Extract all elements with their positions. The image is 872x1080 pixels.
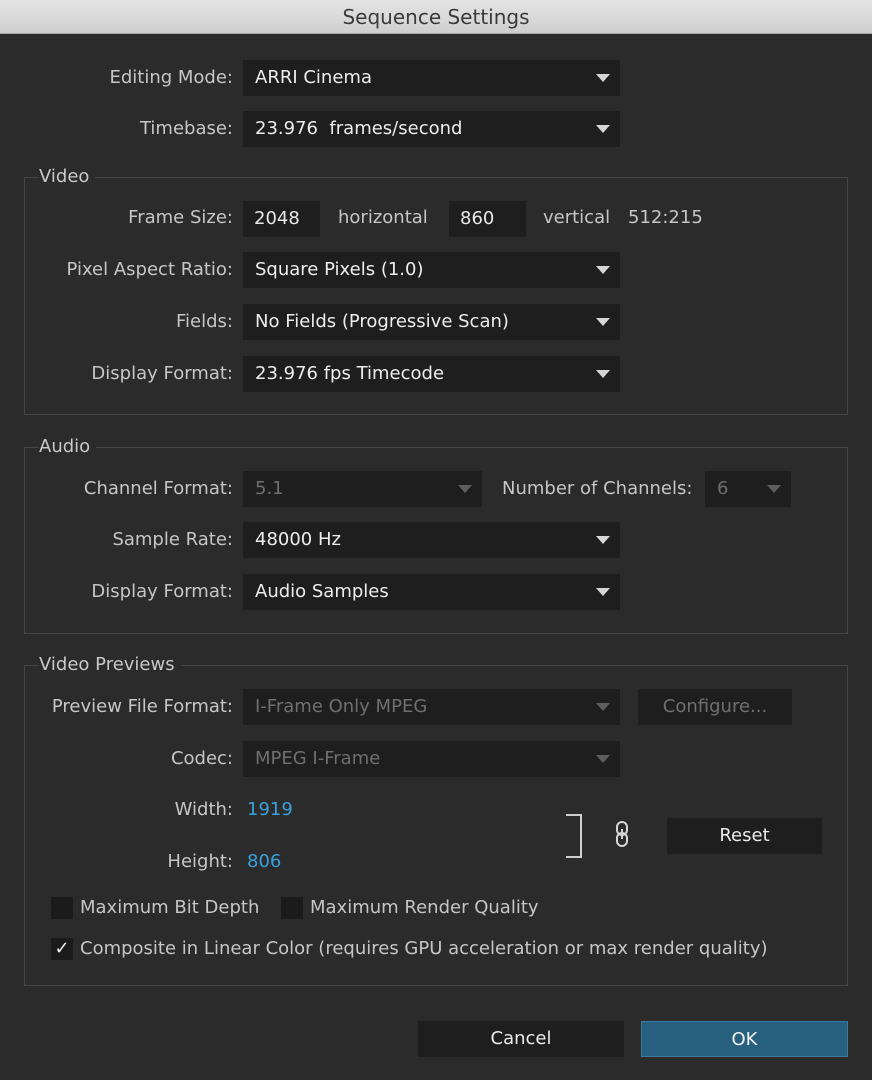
frame-height-input[interactable]: 860 — [449, 201, 526, 237]
editing-mode-dropdown[interactable]: ARRI Cinema — [243, 60, 620, 96]
checkmark-icon: ✓ — [54, 938, 70, 959]
max-render-quality-checkbox[interactable] — [281, 897, 303, 919]
chevron-down-icon — [596, 125, 610, 133]
fields-value: No Fields (Progressive Scan) — [255, 311, 509, 332]
sample-rate-value: 48000 Hz — [255, 529, 341, 550]
sample-rate-dropdown[interactable]: 48000 Hz — [243, 522, 620, 558]
video-display-format-value: 23.976 fps Timecode — [255, 363, 445, 384]
codec-label: Codec: — [170, 748, 233, 769]
audio-section-title: Audio — [39, 435, 97, 459]
max-bit-depth-checkbox[interactable] — [51, 897, 73, 919]
video-section-title: Video — [39, 165, 96, 189]
chevron-down-icon — [596, 370, 610, 378]
preview-height-label: Height: — [167, 851, 233, 872]
max-bit-depth-label: Maximum Bit Depth — [80, 897, 260, 918]
pixel-aspect-value: Square Pixels (1.0) — [255, 259, 424, 280]
preview-file-format-value: I-Frame Only MPEG — [255, 696, 428, 717]
chain-link-icon[interactable] — [611, 820, 633, 848]
composite-linear-checkbox[interactable]: ✓ — [51, 938, 73, 960]
fields-dropdown[interactable]: No Fields (Progressive Scan) — [243, 304, 620, 340]
fields-label: Fields: — [176, 311, 233, 332]
chevron-down-icon — [767, 485, 781, 493]
reset-button[interactable]: Reset — [667, 818, 822, 854]
link-bracket — [566, 814, 582, 858]
chevron-down-icon — [596, 74, 610, 82]
cancel-button[interactable]: Cancel — [418, 1021, 624, 1057]
sample-rate-label: Sample Rate: — [112, 529, 233, 550]
number-of-channels-label: Number of Channels: — [502, 478, 693, 499]
number-of-channels-value: 6 — [717, 478, 729, 499]
number-of-channels-dropdown[interactable]: 6 — [705, 471, 791, 507]
frame-aspect-value: 512:215 — [628, 207, 703, 228]
editing-mode-value: ARRI Cinema — [255, 67, 372, 88]
chevron-down-icon — [596, 703, 610, 711]
preview-file-format-label: Preview File Format: — [51, 696, 233, 717]
composite-linear-label: Composite in Linear Color (requires GPU … — [80, 938, 768, 959]
timebase-dropdown[interactable]: 23.976 frames/second — [243, 111, 620, 147]
preview-file-format-dropdown[interactable]: I-Frame Only MPEG — [243, 689, 620, 725]
codec-value: MPEG I-Frame — [255, 748, 381, 769]
timebase-value: 23.976 frames/second — [255, 118, 463, 139]
ok-button[interactable]: OK — [641, 1021, 848, 1057]
horizontal-label: horizontal — [338, 207, 428, 228]
preview-width-label: Width: — [174, 799, 233, 820]
vertical-label: vertical — [543, 207, 611, 228]
chevron-down-icon — [596, 536, 610, 544]
chevron-down-icon — [596, 588, 610, 596]
channel-format-label: Channel Format: — [83, 478, 233, 499]
channel-format-dropdown[interactable]: 5.1 — [243, 471, 482, 507]
editing-mode-label: Editing Mode: — [109, 67, 233, 88]
pixel-aspect-dropdown[interactable]: Square Pixels (1.0) — [243, 252, 620, 288]
video-display-format-label: Display Format: — [91, 363, 233, 384]
timebase-label: Timebase: — [139, 118, 233, 139]
max-render-quality-label: Maximum Render Quality — [310, 897, 539, 918]
video-previews-section-title: Video Previews — [39, 653, 181, 677]
audio-display-format-label: Display Format: — [91, 581, 233, 602]
preview-height-value[interactable]: 806 — [247, 850, 281, 874]
chevron-down-icon — [458, 485, 472, 493]
audio-display-format-dropdown[interactable]: Audio Samples — [243, 574, 620, 610]
audio-display-format-value: Audio Samples — [255, 581, 389, 602]
pixel-aspect-label: Pixel Aspect Ratio: — [66, 259, 234, 280]
frame-size-label: Frame Size: — [128, 207, 233, 228]
chevron-down-icon — [596, 318, 610, 326]
frame-width-input[interactable]: 2048 — [243, 201, 320, 237]
channel-format-value: 5.1 — [255, 478, 284, 499]
window-title: Sequence Settings — [0, 0, 872, 34]
chevron-down-icon — [596, 755, 610, 763]
configure-button[interactable]: Configure... — [638, 689, 792, 725]
video-display-format-dropdown[interactable]: 23.976 fps Timecode — [243, 356, 620, 392]
codec-dropdown[interactable]: MPEG I-Frame — [243, 741, 620, 777]
preview-width-value[interactable]: 1919 — [247, 798, 293, 822]
chevron-down-icon — [596, 266, 610, 274]
